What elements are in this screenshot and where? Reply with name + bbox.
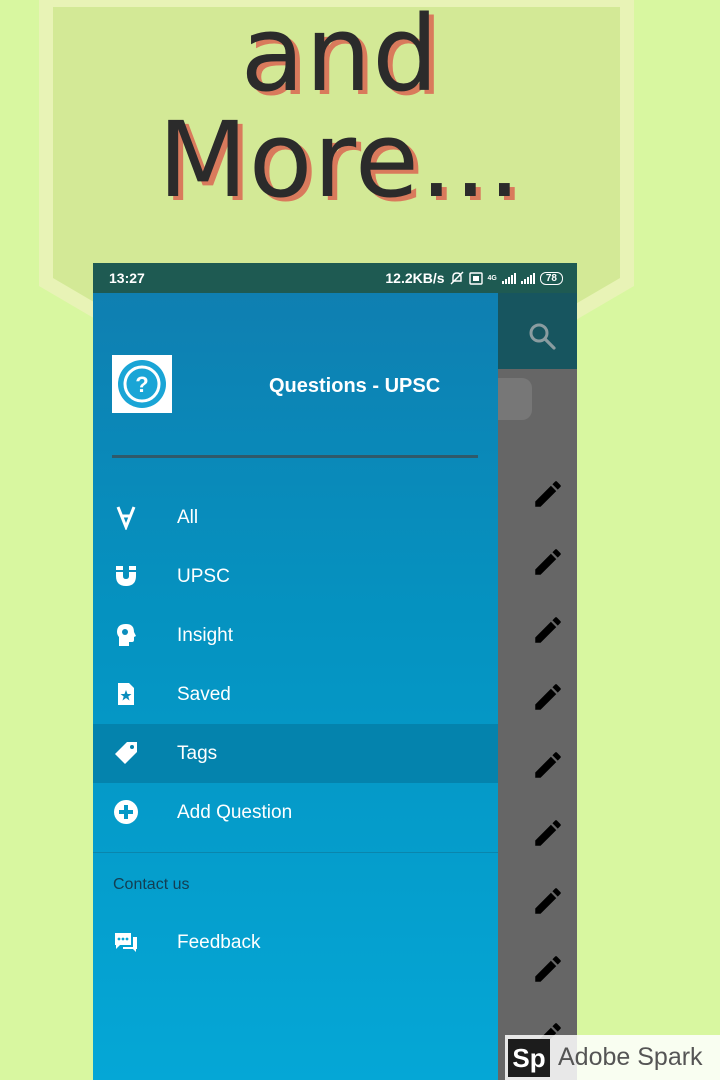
nav-label: UPSC xyxy=(177,566,230,587)
headline-line-2: More... xyxy=(158,99,522,221)
volte-icon xyxy=(468,271,483,285)
question-circle-icon: ? xyxy=(118,360,166,408)
headline-line-1: and xyxy=(240,0,440,115)
head-brain-icon xyxy=(117,624,136,646)
network-type: 4G xyxy=(487,274,497,282)
nav-item-saved[interactable]: Saved xyxy=(93,665,498,724)
battery-indicator: 78 xyxy=(539,271,563,285)
nav-label: Tags xyxy=(177,743,218,764)
edit-pencil-icon[interactable] xyxy=(531,816,565,850)
spark-text: Adobe Spark xyxy=(558,1043,703,1071)
edit-pencil-icon[interactable] xyxy=(531,477,565,511)
signal-icon-1 xyxy=(501,272,516,284)
status-bar: 13:27 12.2KB/s 4G 78 xyxy=(93,263,577,293)
signal-icon-2 xyxy=(520,272,535,284)
contact-section-label: Contact us xyxy=(113,876,190,893)
nav-item-feedback[interactable]: Feedback xyxy=(93,913,498,972)
edit-pencil-icon[interactable] xyxy=(531,613,565,647)
edit-pencil-icon[interactable] xyxy=(531,884,565,918)
drawer-title: Questions - UPSC xyxy=(269,375,441,397)
edit-pencil-icon[interactable] xyxy=(531,680,565,714)
add-circle-icon xyxy=(114,800,138,824)
search-icon[interactable] xyxy=(527,321,557,351)
edit-pencil-icon[interactable] xyxy=(531,748,565,782)
edit-pencil-icon[interactable] xyxy=(531,545,565,579)
tag-icon xyxy=(115,742,137,764)
nav-item-upsc[interactable]: UPSC xyxy=(93,547,498,606)
nav-item-all[interactable]: All xyxy=(93,488,498,547)
phone-screenshot: 13:27 12.2KB/s 4G 78 ? Questions - UPSC … xyxy=(93,263,577,1080)
section-divider xyxy=(93,852,498,853)
app-logo: ? xyxy=(112,355,172,413)
nav-label: Feedback xyxy=(177,932,261,953)
edit-pencil-icon[interactable] xyxy=(531,952,565,986)
nav-label: Saved xyxy=(177,684,231,705)
status-time: 13:27 xyxy=(109,270,145,286)
for-all-icon xyxy=(116,506,136,530)
bell-off-icon xyxy=(450,271,464,285)
nav-label: All xyxy=(177,507,199,528)
navigation-drawer: ? Questions - UPSC All UPSC Insight Save… xyxy=(93,293,498,1080)
spark-logo: Sp xyxy=(508,1039,550,1077)
status-icons: 12.2KB/s 4G 78 xyxy=(385,270,563,286)
nav-item-add-question[interactable]: Add Question xyxy=(93,783,498,842)
chat-bubbles-icon xyxy=(115,933,137,952)
net-speed: 12.2KB/s xyxy=(385,270,445,286)
starred-file-icon xyxy=(118,683,134,705)
app-chip xyxy=(498,378,532,420)
nav-label: Insight xyxy=(177,625,233,646)
nav-label: Add Question xyxy=(177,802,293,823)
adobe-spark-watermark: Sp Adobe Spark xyxy=(505,1035,720,1080)
svg-text:?: ? xyxy=(135,372,148,397)
magnet-icon xyxy=(116,566,136,586)
app-toolbar xyxy=(498,293,577,369)
nav-item-tags[interactable]: Tags xyxy=(93,724,498,783)
nav-item-insight[interactable]: Insight xyxy=(93,606,498,665)
header-divider xyxy=(112,455,478,458)
